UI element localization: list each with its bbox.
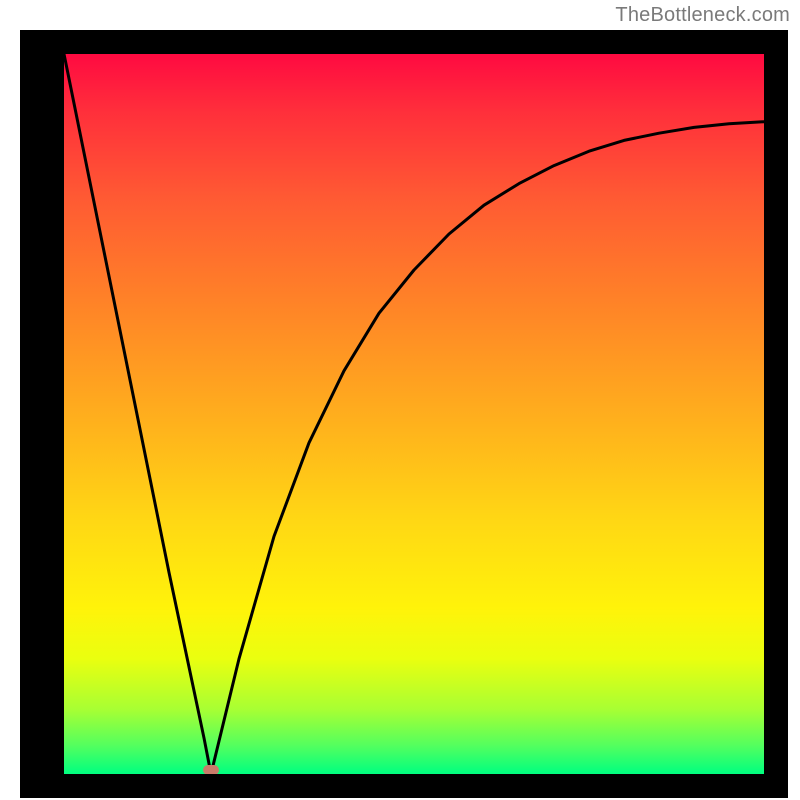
chart-curve [64, 54, 764, 774]
chart-black-frame [20, 30, 788, 798]
chart-container: TheBottleneck.com [0, 0, 800, 800]
chart-optimal-marker [203, 765, 219, 774]
watermark-text: TheBottleneck.com [615, 4, 790, 27]
chart-plot-area [64, 54, 764, 774]
